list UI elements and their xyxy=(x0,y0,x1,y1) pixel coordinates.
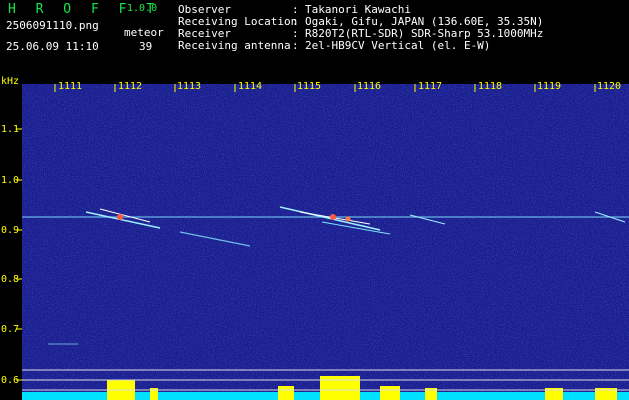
datetime: 25.06.09 11:10 xyxy=(6,40,99,53)
info-separator: : xyxy=(292,39,299,52)
spectrogram: kHz 1.1 1.0 0.9 0.8 0.7 0.6 1111 1112 11… xyxy=(1,76,629,400)
spectrogram-noise xyxy=(22,84,629,400)
meteor-count: 39 xyxy=(139,40,153,53)
info-value-antenna: 2el-HB9CV Vertical (el. E-W) xyxy=(305,39,491,52)
meteor-head xyxy=(117,214,123,220)
x-tick-label: 1118 xyxy=(478,81,502,92)
meteor-head xyxy=(345,216,351,222)
x-tick-label: 1117 xyxy=(418,81,442,92)
file-name: 2506091110.png xyxy=(6,19,99,32)
x-tick-label: 1115 xyxy=(297,81,321,92)
x-tick-label: 1111 xyxy=(58,81,82,92)
app-version: 1.0.0 xyxy=(127,3,158,14)
x-tick-label: 1112 xyxy=(118,81,142,92)
count-bar xyxy=(380,386,400,400)
y-axis-unit: kHz xyxy=(1,76,19,87)
x-tick-label: 1113 xyxy=(177,81,201,92)
x-tick-label: 1114 xyxy=(238,81,262,92)
x-tick-label: 1120 xyxy=(597,81,621,92)
info-key-antenna: Receiving antenna xyxy=(178,39,291,52)
meteor-head xyxy=(330,214,336,220)
x-tick-label: 1116 xyxy=(357,81,381,92)
meteor-label: meteor xyxy=(124,26,164,39)
count-bar xyxy=(278,386,294,400)
x-tick-label: 1119 xyxy=(537,81,561,92)
